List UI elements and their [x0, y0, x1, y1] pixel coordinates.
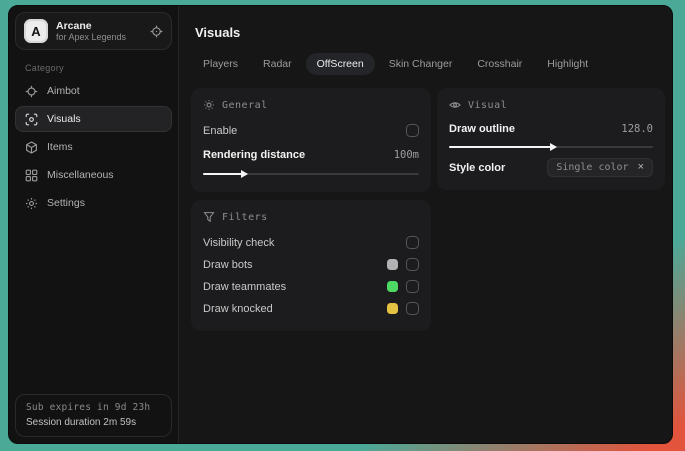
scan-icon: [25, 113, 38, 126]
draw-knocked-color-swatch[interactable]: [387, 303, 398, 314]
brand-subtitle: for Apex Legends: [56, 31, 127, 42]
draw-outline-value: 128.0: [621, 123, 653, 135]
tab-crosshair[interactable]: Crosshair: [466, 53, 533, 75]
style-color-value: Single color: [556, 162, 629, 173]
general-card: General Enable Rendering distance 100m: [191, 88, 431, 192]
sidebar-item-visuals[interactable]: Visuals: [15, 106, 172, 132]
sun-icon: [203, 99, 215, 111]
sidebar-item-label: Visuals: [47, 113, 81, 125]
tab-players[interactable]: Players: [192, 53, 249, 75]
sidebar-item-settings[interactable]: Settings: [15, 190, 172, 216]
tab-offscreen[interactable]: OffScreen: [305, 53, 375, 75]
draw-knocked-checkbox[interactable]: [406, 302, 419, 315]
sidebar-item-aimbot[interactable]: Aimbot: [15, 78, 172, 104]
slider-fill: [449, 146, 551, 148]
card-header-label: Filters: [222, 211, 268, 223]
slider-fill: [203, 173, 242, 175]
tab-highlight[interactable]: Highlight: [536, 53, 599, 75]
subscription-info-card: Sub expires in 9d 23h Session duration 2…: [15, 394, 172, 437]
app-window: A Arcane for Apex Legends Category Aimbo…: [8, 5, 673, 444]
draw-teammates-color-swatch[interactable]: [387, 281, 398, 292]
funnel-icon: [203, 211, 215, 223]
draw-knocked-label: Draw knocked: [203, 302, 273, 315]
rendering-distance-slider[interactable]: [203, 170, 419, 178]
draw-teammates-label: Draw teammates: [203, 280, 287, 293]
card-header-label: General: [222, 99, 268, 111]
cube-icon: [25, 140, 38, 154]
rendering-distance-value: 100m: [393, 148, 419, 161]
brand-card: A Arcane for Apex Legends: [15, 12, 172, 50]
card-header-label: Visual: [468, 99, 508, 111]
style-color-select[interactable]: Single color ×: [547, 158, 653, 177]
sidebar-nav: Aimbot Visuals Items Miscellaneous Setti…: [15, 78, 172, 216]
sidebar-item-label: Settings: [47, 197, 85, 209]
style-color-label: Style color: [449, 161, 506, 174]
tab-radar[interactable]: Radar: [252, 53, 303, 75]
tab-bar: Players Radar OffScreen Skin Changer Cro…: [192, 53, 666, 75]
sidebar-item-label: Miscellaneous: [47, 169, 114, 181]
rendering-distance-label: Rendering distance: [203, 148, 306, 161]
sidebar-item-miscellaneous[interactable]: Miscellaneous: [15, 162, 172, 188]
slider-thumb[interactable]: [240, 170, 248, 178]
tab-skin-changer[interactable]: Skin Changer: [378, 53, 464, 75]
visibility-check-label: Visibility check: [203, 236, 275, 249]
enable-checkbox[interactable]: [406, 124, 419, 137]
main-panel: Visuals Players Radar OffScreen Skin Cha…: [179, 6, 672, 443]
draw-bots-checkbox[interactable]: [406, 258, 419, 271]
category-label: Category: [25, 63, 64, 73]
session-duration-text: Session duration 2m 59s: [26, 417, 137, 428]
target-icon[interactable]: [150, 25, 163, 38]
slider-thumb[interactable]: [550, 143, 557, 151]
sidebar: A Arcane for Apex Legends Category Aimbo…: [9, 6, 179, 443]
close-icon[interactable]: ×: [638, 162, 644, 173]
gear-icon: [25, 197, 38, 210]
page-title: Visuals: [195, 25, 241, 40]
eye-icon: [449, 99, 461, 111]
sidebar-item-label: Aimbot: [47, 85, 80, 97]
draw-teammates-checkbox[interactable]: [406, 280, 419, 293]
brand-name: Arcane: [56, 19, 92, 32]
visibility-check-checkbox[interactable]: [406, 236, 419, 249]
enable-label: Enable: [203, 124, 238, 137]
crosshair-icon: [25, 85, 38, 98]
visual-card: Visual Draw outline 128.0 Style color Si…: [437, 88, 665, 190]
filters-card: Filters Visibility check Draw bots Draw …: [191, 200, 431, 331]
grid-icon: [25, 169, 38, 182]
sub-expires-text: Sub expires in 9d 23h: [26, 402, 151, 413]
draw-bots-color-swatch[interactable]: [387, 259, 398, 270]
sidebar-item-label: Items: [47, 141, 73, 153]
draw-outline-slider[interactable]: [449, 143, 653, 151]
brand-logo: A: [24, 19, 48, 43]
draw-bots-label: Draw bots: [203, 258, 253, 271]
draw-outline-label: Draw outline: [449, 123, 516, 135]
sidebar-item-items[interactable]: Items: [15, 134, 172, 160]
